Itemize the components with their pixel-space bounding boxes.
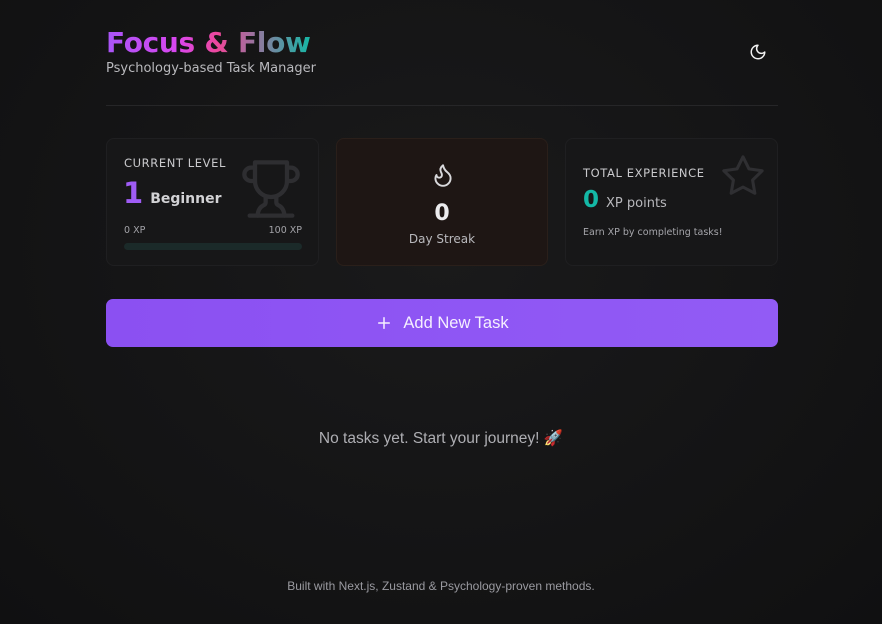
trophy-icon <box>242 160 300 218</box>
flame-icon <box>434 164 452 187</box>
experience-card: TOTAL EXPERIENCE 0 XP points Earn XP by … <box>565 138 778 266</box>
empty-state-message: No tasks yet. Start your journey! 🚀 <box>318 430 564 447</box>
moon-icon <box>750 44 766 60</box>
add-task-button[interactable]: Add New Task <box>106 299 778 347</box>
xp-progress-bar <box>124 243 302 250</box>
app-header: Focus & Flow Psychology-based Task Manag… <box>106 26 778 106</box>
app-subtitle: Psychology-based Task Manager <box>106 61 316 76</box>
experience-row: 0 XP points <box>583 185 667 215</box>
level-row: 1 Beginner <box>123 175 222 211</box>
experience-unit: XP points <box>606 196 667 211</box>
streak-card: 0 Day Streak <box>336 138 548 266</box>
experience-label: TOTAL EXPERIENCE <box>583 166 705 180</box>
level-number: 1 <box>123 176 144 210</box>
experience-value: 0 <box>583 187 600 213</box>
streak-count: 0 <box>434 201 450 226</box>
progress-max-label: 100 XP <box>268 225 302 236</box>
progress-labels: 0 XP 100 XP <box>124 225 302 236</box>
level-card: CURRENT LEVEL 1 Beginner 0 XP 100 XP <box>106 138 319 266</box>
stats-section: CURRENT LEVEL 1 Beginner 0 XP 100 XP 0 D… <box>106 138 778 268</box>
level-name: Beginner <box>150 191 222 207</box>
theme-toggle-button[interactable] <box>746 40 770 64</box>
streak-label: Day Streak <box>408 232 476 246</box>
add-task-label: Add New Task <box>403 313 509 332</box>
star-icon <box>722 155 764 195</box>
plus-icon <box>378 317 391 329</box>
level-label: CURRENT LEVEL <box>124 156 226 170</box>
app-page: Focus & Flow Psychology-based Task Manag… <box>0 0 882 624</box>
footer-text: Built with Next.js, Zustand & Psychology… <box>287 579 595 593</box>
experience-hint: Earn XP by completing tasks! <box>583 227 723 238</box>
progress-min-label: 0 XP <box>124 225 146 236</box>
app-title: Focus & Flow <box>106 26 311 59</box>
